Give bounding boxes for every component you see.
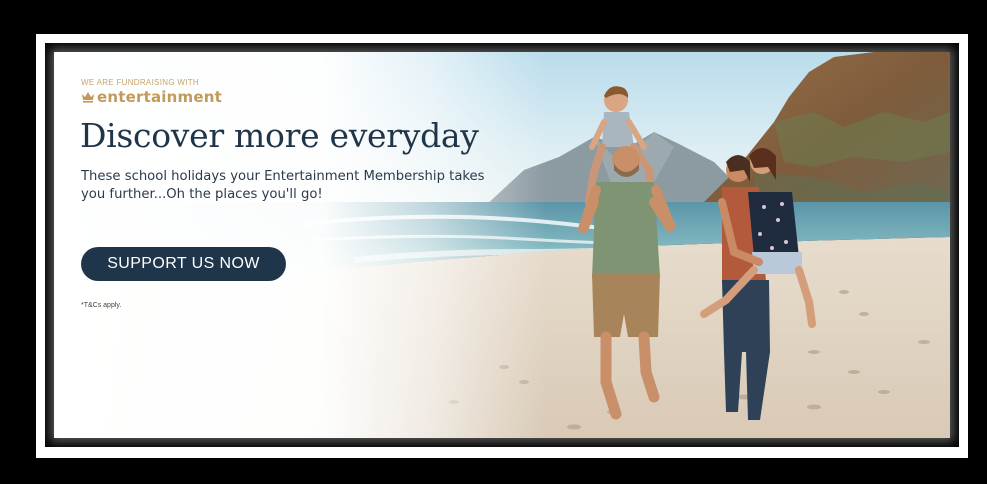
terms-note: *T&Cs apply. <box>81 302 122 309</box>
support-us-button[interactable]: SUPPORT US NOW <box>81 247 286 281</box>
brand-name: entertainment <box>97 88 222 106</box>
page-title: Discover more everyday <box>80 116 479 155</box>
brand-block: WE ARE FUNDRAISING WITH entertainment <box>81 78 222 106</box>
entertainment-logo: entertainment <box>81 88 222 106</box>
brand-tagline: WE ARE FUNDRAISING WITH <box>81 78 200 87</box>
crown-icon <box>82 92 94 103</box>
promo-description: These school holidays your Entertainment… <box>81 169 485 202</box>
promo-banner[interactable]: WE ARE FUNDRAISING WITH entertainment Di… <box>54 52 950 438</box>
family-on-beach-photo <box>54 52 950 438</box>
